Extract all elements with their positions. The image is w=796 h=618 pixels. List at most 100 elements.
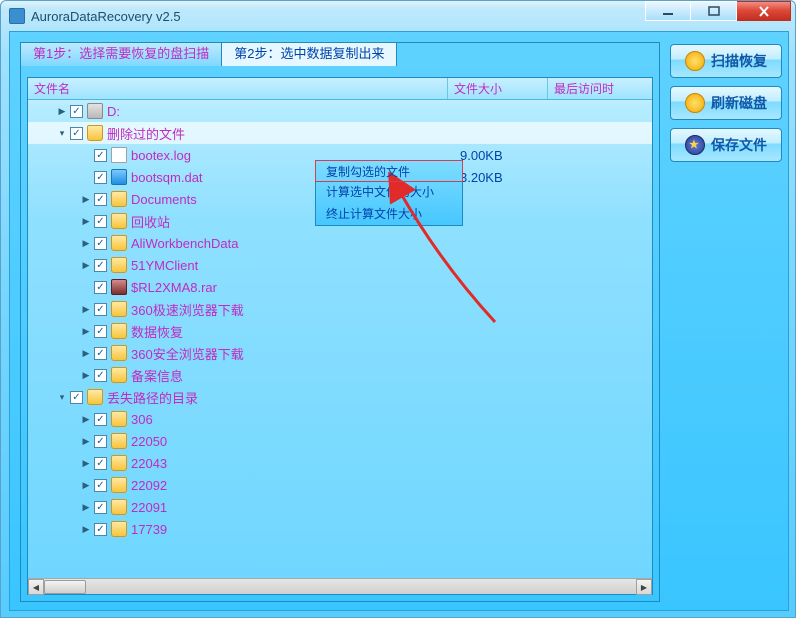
tree-row[interactable]: ▶✓D: bbox=[28, 100, 652, 122]
star-disk-icon bbox=[685, 135, 705, 155]
row-checkbox[interactable]: ✓ bbox=[70, 391, 83, 404]
row-checkbox[interactable]: ✓ bbox=[94, 149, 107, 162]
expander-icon[interactable]: ▶ bbox=[80, 501, 92, 513]
drive-icon bbox=[87, 103, 103, 119]
row-checkbox[interactable]: ✓ bbox=[94, 215, 107, 228]
row-checkbox[interactable]: ✓ bbox=[94, 479, 107, 492]
row-checkbox[interactable]: ✓ bbox=[94, 501, 107, 514]
row-checkbox[interactable]: ✓ bbox=[94, 325, 107, 338]
folder-icon bbox=[111, 213, 127, 229]
scroll-track[interactable] bbox=[86, 579, 636, 594]
tree-row[interactable]: ▶✓22043 bbox=[28, 452, 652, 474]
row-checkbox[interactable]: ✓ bbox=[94, 237, 107, 250]
row-label: 回收站 bbox=[131, 212, 170, 231]
expander-icon[interactable]: ▶ bbox=[56, 105, 68, 117]
folder-icon bbox=[111, 323, 127, 339]
hscrollbar[interactable]: ◀ ▶ bbox=[28, 578, 652, 594]
expander-icon[interactable]: ▶ bbox=[80, 457, 92, 469]
window-controls bbox=[645, 1, 791, 21]
row-checkbox[interactable]: ✓ bbox=[94, 369, 107, 382]
file-list-panel: 文件名 文件大小 最后访问时 ▶✓D:▾✓删除过的文件✓bootex.log9.… bbox=[27, 77, 653, 595]
expander-icon[interactable]: ▶ bbox=[80, 435, 92, 447]
expander-icon[interactable]: ▶ bbox=[80, 193, 92, 205]
expander-icon[interactable]: ▶ bbox=[80, 413, 92, 425]
col-lastaccess[interactable]: 最后访问时 bbox=[548, 78, 652, 99]
folder-icon bbox=[111, 301, 127, 317]
tree-row[interactable]: ▶✓360极速浏览器下载 bbox=[28, 298, 652, 320]
tree-row[interactable]: ▶✓数据恢复 bbox=[28, 320, 652, 342]
row-label: AliWorkbenchData bbox=[131, 236, 238, 251]
expander-icon[interactable]: ▶ bbox=[80, 369, 92, 381]
expander-icon[interactable]: ▶ bbox=[80, 325, 92, 337]
tree-row[interactable]: ▶✓22050 bbox=[28, 430, 652, 452]
expander-icon[interactable]: ▶ bbox=[80, 347, 92, 359]
tree-row[interactable]: ▾✓丢失路径的目录 bbox=[28, 386, 652, 408]
row-checkbox[interactable]: ✓ bbox=[94, 171, 107, 184]
refresh-disks-button[interactable]: 刷新磁盘 bbox=[670, 86, 782, 120]
row-checkbox[interactable]: ✓ bbox=[94, 281, 107, 294]
ctx-copy-checked[interactable]: 复制勾选的文件 bbox=[315, 160, 463, 182]
close-button[interactable] bbox=[737, 1, 791, 21]
tree-row[interactable]: ▶✓备案信息 bbox=[28, 364, 652, 386]
scan-recover-label: 扫描恢复 bbox=[711, 51, 767, 71]
tree-row[interactable]: ▶✓22092 bbox=[28, 474, 652, 496]
magnifier-icon bbox=[685, 51, 705, 71]
row-checkbox[interactable]: ✓ bbox=[94, 259, 107, 272]
scroll-right-button[interactable]: ▶ bbox=[636, 579, 652, 595]
expander-icon[interactable]: ▶ bbox=[80, 479, 92, 491]
save-files-button[interactable]: 保存文件 bbox=[670, 128, 782, 162]
context-menu: 复制勾选的文件 计算选中文件的大小 终止计算文件大小 bbox=[315, 160, 463, 226]
col-filesize[interactable]: 文件大小 bbox=[448, 78, 548, 99]
tree-row[interactable]: ▶✓ AliWorkbenchData bbox=[28, 232, 652, 254]
scroll-left-button[interactable]: ◀ bbox=[28, 579, 44, 595]
folder-icon bbox=[111, 257, 127, 273]
folder-icon bbox=[111, 345, 127, 361]
tree-row[interactable]: ▾✓删除过的文件 bbox=[28, 122, 652, 144]
column-header[interactable]: 文件名 文件大小 最后访问时 bbox=[28, 78, 652, 100]
tree-row[interactable]: ▶✓ 22091 bbox=[28, 496, 652, 518]
row-checkbox[interactable]: ✓ bbox=[94, 347, 107, 360]
close-icon bbox=[758, 6, 770, 17]
indent bbox=[32, 243, 80, 244]
scroll-thumb[interactable] bbox=[44, 580, 86, 594]
row-checkbox[interactable]: ✓ bbox=[94, 457, 107, 470]
tab-step1[interactable]: 第1步：选择需要恢复的盘扫描 bbox=[20, 42, 222, 66]
row-checkbox[interactable]: ✓ bbox=[94, 193, 107, 206]
folder-icon bbox=[111, 191, 127, 207]
indent bbox=[32, 221, 80, 222]
tree-row[interactable]: ▶✓306 bbox=[28, 408, 652, 430]
ctx-stop-calc[interactable]: 终止计算文件大小 bbox=[316, 203, 462, 225]
tree-row[interactable]: ✓$RL2XMA8.rar bbox=[28, 276, 652, 298]
expander-icon[interactable]: ▶ bbox=[80, 237, 92, 249]
row-checkbox[interactable]: ✓ bbox=[94, 435, 107, 448]
row-label: 22091 bbox=[131, 500, 167, 515]
row-checkbox[interactable]: ✓ bbox=[70, 127, 83, 140]
scan-recover-button[interactable]: 扫描恢复 bbox=[670, 44, 782, 78]
row-checkbox[interactable]: ✓ bbox=[94, 303, 107, 316]
folder-icon bbox=[87, 125, 103, 141]
indent bbox=[32, 309, 80, 310]
indent bbox=[32, 419, 80, 420]
row-checkbox[interactable]: ✓ bbox=[70, 105, 83, 118]
folder-icon bbox=[111, 477, 127, 493]
minimize-button[interactable] bbox=[645, 1, 691, 21]
row-label: 17739 bbox=[131, 522, 167, 537]
expander-icon[interactable]: ▶ bbox=[80, 259, 92, 271]
tab-step2[interactable]: 第2步：选中数据复制出来 bbox=[221, 42, 397, 66]
indent bbox=[32, 155, 80, 156]
tree-row[interactable]: ▶✓51YMClient bbox=[28, 254, 652, 276]
maximize-button[interactable] bbox=[691, 1, 737, 21]
expander-icon[interactable]: ▶ bbox=[80, 215, 92, 227]
ctx-calc-size[interactable]: 计算选中文件的大小 bbox=[316, 181, 462, 203]
expander-icon[interactable]: ▶ bbox=[80, 523, 92, 535]
tree-row[interactable]: ▶✓360安全浏览器下载 bbox=[28, 342, 652, 364]
refresh-disks-label: 刷新磁盘 bbox=[711, 93, 767, 113]
row-checkbox[interactable]: ✓ bbox=[94, 523, 107, 536]
tree-row[interactable]: ▶✓ 17739 bbox=[28, 518, 652, 540]
expander-icon[interactable]: ▾ bbox=[56, 127, 68, 139]
col-filename[interactable]: 文件名 bbox=[28, 78, 448, 99]
row-label: bootsqm.dat bbox=[131, 170, 203, 185]
row-checkbox[interactable]: ✓ bbox=[94, 413, 107, 426]
expander-icon[interactable]: ▾ bbox=[56, 391, 68, 403]
expander-icon[interactable]: ▶ bbox=[80, 303, 92, 315]
